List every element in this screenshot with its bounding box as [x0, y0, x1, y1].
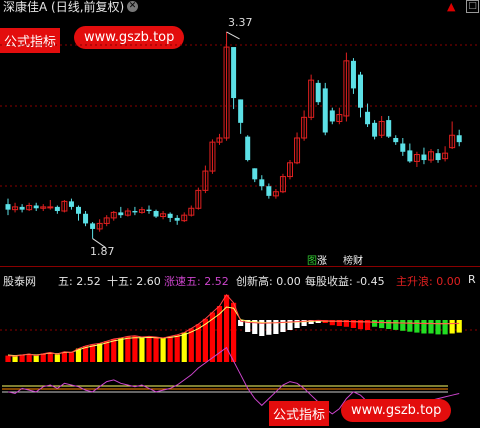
candle-body: [329, 110, 335, 122]
indicator-bar: [5, 355, 11, 362]
indicator-bar: [188, 328, 194, 362]
candle-body: [146, 209, 152, 212]
indicator-bar: [153, 337, 159, 362]
candle-body: [350, 60, 356, 89]
indicator-bar: [414, 320, 420, 333]
indicator-bar: [47, 352, 53, 362]
candle-body: [372, 122, 378, 137]
candle-body: [315, 82, 321, 103]
candle-body: [358, 74, 363, 108]
candle-body: [252, 168, 258, 180]
indicator-bar: [33, 355, 39, 362]
candle-body: [5, 204, 11, 210]
candle-body: [47, 206, 54, 209]
candle-body: [238, 99, 244, 123]
low-price-label: 1.87: [90, 245, 115, 258]
candle-body: [407, 150, 413, 162]
indicator-bar: [393, 320, 399, 330]
indicator-bar: [400, 320, 406, 331]
indicator-bar: [435, 320, 441, 335]
tag-zhang-label: 涨: [317, 256, 327, 267]
indicator-bar: [174, 334, 180, 362]
indicator-bar: [160, 338, 166, 362]
indicator-item: 创新高: 0.00: [236, 275, 301, 288]
candle-body: [83, 213, 89, 224]
candle-body: [393, 138, 399, 143]
candle-body: [435, 153, 441, 161]
watermark-badge-bottom: 公式指标: [269, 401, 330, 426]
tag-zhang-icon[interactable]: 图涨: [306, 252, 328, 267]
indicator-bar: [118, 338, 124, 362]
indicator-bar: [421, 320, 427, 334]
indicator-bar: [54, 354, 60, 362]
indicator-item: 主升浪: 0.00: [396, 275, 461, 288]
indicator-bar: [379, 320, 385, 329]
indicator-bar: [428, 320, 434, 334]
candle-body: [118, 212, 124, 216]
indicator-bar: [273, 320, 279, 334]
indicator-item: 涨速五: 2.52: [164, 275, 229, 288]
candle-body: [456, 135, 462, 143]
candle-body: [54, 206, 60, 212]
candle-body: [386, 120, 392, 137]
candle-body: [76, 206, 81, 214]
indicator-bar: [407, 320, 413, 332]
indicator-bar: [442, 320, 448, 335]
candle-body: [322, 88, 328, 133]
indicator-bar: [266, 320, 272, 335]
indicator-bar: [40, 353, 46, 362]
indicator-bar: [372, 320, 378, 327]
candle-body: [400, 143, 406, 152]
indicator-bar: [132, 335, 138, 362]
candle-body: [132, 211, 138, 213]
indicator-bar: [12, 356, 18, 362]
indicator-bar: [139, 337, 145, 362]
tag-cai-label: 财: [353, 256, 363, 267]
candle-body: [259, 179, 265, 187]
indicator-bar: [456, 320, 462, 333]
candle-body: [90, 223, 96, 229]
candle-body: [245, 136, 251, 161]
indicator-bar: [90, 344, 96, 362]
candle-body: [421, 154, 427, 161]
watermark-url-bottom: www.gszb.top: [341, 399, 452, 422]
indicator-bar: [386, 320, 392, 329]
candle-body: [231, 47, 237, 99]
candle-body: [266, 186, 272, 196]
indicator-bar: [19, 354, 25, 362]
indicator-bar: [68, 352, 75, 362]
tag-icon-glyph: 图: [307, 256, 317, 267]
candle-body: [174, 217, 180, 221]
candle-body: [19, 206, 25, 210]
candle-body: [167, 213, 173, 218]
indicator-item: 五: 2.52: [58, 275, 101, 288]
stock-chart[interactable]: [0, 0, 480, 428]
candle-body: [68, 201, 74, 207]
indicator-item: 十五: 2.60: [107, 275, 161, 288]
candle-body: [365, 111, 371, 125]
tag-bang-label: 榜: [343, 256, 353, 267]
indicator-bar: [125, 336, 131, 362]
tag-bang-icon[interactable]: 榜财: [342, 252, 364, 267]
indicator-bar: [449, 320, 455, 334]
high-leader-line: [226, 31, 240, 40]
indicator-bar: [97, 343, 103, 362]
indicator-item: 每股收益: -0.45: [305, 275, 385, 288]
indicator-bar: [61, 351, 67, 362]
indicator-bar: [104, 341, 110, 362]
candle-body: [153, 211, 159, 217]
indicator-bar: [181, 332, 187, 362]
indicator-bar: [26, 354, 32, 362]
high-price-label: 3.37: [228, 16, 253, 29]
indicator-bar: [111, 338, 117, 362]
indicator-name: 股泰网: [3, 275, 36, 288]
panel-separator: [0, 266, 480, 267]
indicator-bar: [167, 336, 173, 362]
indicator-bar: [146, 336, 152, 362]
indicator-right-mark[interactable]: R: [468, 273, 476, 286]
candle-body: [33, 205, 39, 209]
